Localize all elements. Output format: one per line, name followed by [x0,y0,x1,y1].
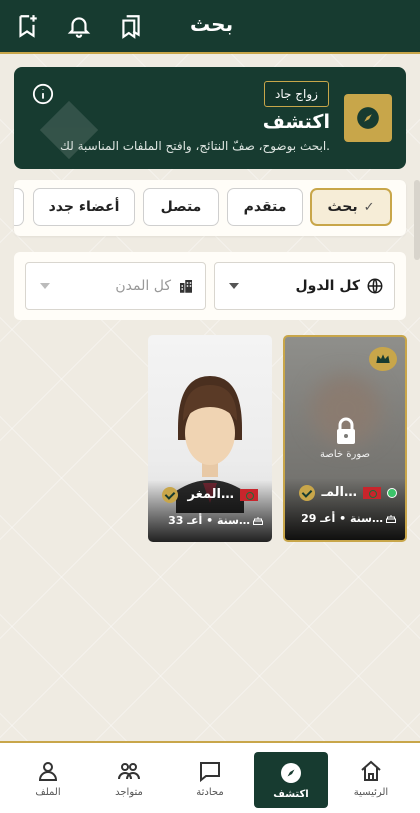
nav-discover-label: اكتشف [273,788,309,800]
chip-advanced[interactable]: متقدم [227,188,303,226]
premium-badge [369,347,397,371]
filter-chip-bar: بحث ✓ متقدم متصل أعضاء جدد [14,180,406,236]
nav-profile-label: الملف [35,786,61,798]
nav-discover[interactable]: اكتشف [254,752,328,808]
users-icon [118,762,140,779]
nav-home[interactable]: الرئيسية [331,743,411,813]
chip-advanced-label: متقدم [243,199,287,215]
nav-online-label: متواجد [115,786,143,798]
compass-emblem [344,94,392,142]
profile-name: المـ… [321,485,358,500]
lock-icon [337,417,355,444]
chip-search[interactable]: بحث ✓ [310,188,392,226]
profile-name: المغر… [187,487,234,502]
hero-subtitle: ابحث بوضوح، صفّ النتائج، وافتح الملفات ا… [60,139,330,153]
chip-online[interactable]: متصل [143,188,219,226]
chip-search-label: بحث [327,199,358,215]
hero-title: اكتشف [262,111,330,133]
nav-chat-label: محادثة [196,786,224,798]
profile-meta: 33 سنة • أعـ… [168,514,250,527]
serious-marriage-badge: زواج جاد [264,81,329,107]
verified-badge-icon [299,485,315,501]
meta-separator: • [202,514,214,527]
profile-meta: 29 سنة • أعـ… [301,512,383,525]
crown-icon [376,354,390,363]
profile-card[interactable]: صورة خاصة المـ… 29 سنة • أعـ… [283,335,407,542]
info-icon[interactable] [32,83,54,105]
bell-icon[interactable] [66,13,92,39]
bottom-navigation: الرئيسية اكتشف محادثة متواجد الملف [0,741,420,813]
nav-profile[interactable]: الملف [8,743,88,813]
chip-online-label: متصل [160,199,202,215]
city-select[interactable]: كل المدن [25,262,206,310]
private-photo-label: صورة خاصة [320,449,370,460]
bookmark-add-icon[interactable] [14,13,40,39]
chip-new-members-label: أعضاء جدد [48,199,120,215]
chip-overflow[interactable] [14,188,24,226]
online-indicator [387,488,397,498]
nav-home-label: الرئيسية [353,786,389,798]
check-icon: ✓ [363,199,375,215]
profile-card[interactable]: المغر… 33 سنة • أعـ… [148,335,272,542]
morocco-flag-icon [363,487,381,499]
compass-icon [281,762,301,783]
hero-watermark-icon [39,100,99,160]
meta-separator: • [335,512,347,525]
country-select-value: كل الدول [295,278,360,294]
chat-icon [200,761,220,782]
verified-badge-icon [162,487,178,503]
chip-new-members[interactable]: أعضاء جدد [33,188,135,226]
page-title: بحث [190,12,234,36]
city-select-placeholder: كل المدن [115,278,171,294]
user-icon [38,761,58,781]
nav-chat[interactable]: محادثة [170,743,250,813]
discover-hero-card: زواج جاد اكتشف ابحث بوضوح، صفّ النتائج، … [14,67,406,169]
compass-icon [357,107,379,129]
cake-icon [253,517,263,525]
chevron-down-icon [40,283,50,289]
home-icon [361,760,381,781]
buildings-icon [180,280,192,293]
scrollbar[interactable] [414,180,420,260]
bookmarks-icon[interactable] [118,13,144,39]
top-bar: بحث [0,0,420,54]
morocco-flag-icon [240,489,258,501]
cake-icon [386,515,396,523]
location-filter-box: كل الدول كل المدن [14,252,406,320]
country-select[interactable]: كل الدول [214,262,395,310]
globe-icon [367,278,383,294]
nav-online[interactable]: متواجد [89,743,169,813]
chevron-down-icon [229,283,239,289]
